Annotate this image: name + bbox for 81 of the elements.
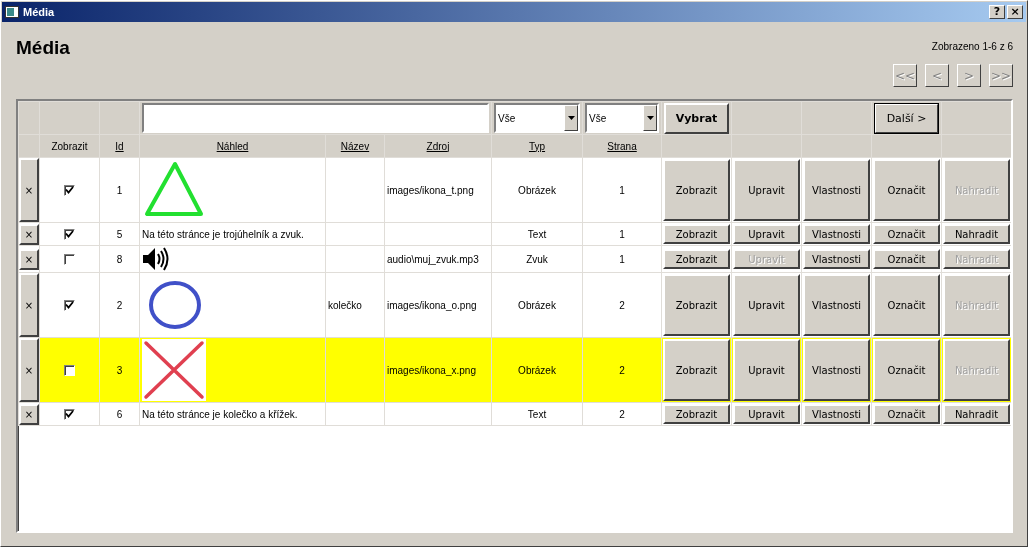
checkbox[interactable] [64,299,75,311]
row-action-button[interactable]: Označit [873,404,940,424]
delete-button[interactable]: × [19,158,39,222]
row-action-button[interactable]: Vlastnosti [803,249,870,269]
row-action-button[interactable]: Vlastnosti [803,159,870,221]
row-action-button[interactable]: Upravit [733,404,800,424]
table-cell: Zvuk [526,253,548,265]
table-cell: Na této stránce je trojúhelník a zvuk. [142,228,304,240]
row-action-button[interactable]: Zobrazit [663,249,730,269]
row-action-button[interactable]: Vlastnosti [803,404,870,424]
table-cell: audio\muj_zvuk.mp3 [387,253,479,265]
table-cell: 2 [619,299,625,311]
row-action-button[interactable]: Nahradit [943,404,1010,424]
column-header-link[interactable]: Zdroj [426,140,450,152]
close-button[interactable]: × [1007,5,1023,19]
row-action-button[interactable]: Vlastnosti [803,339,870,401]
row-action-button[interactable]: Vlastnosti [803,274,870,336]
row-action-button[interactable]: Označit [873,224,940,244]
column-header-link[interactable]: Strana [607,140,637,152]
table-cell: 1 [619,228,625,240]
row-action-button[interactable]: Vlastnosti [803,224,870,244]
table-cell: images/ikona_x.png [387,364,476,376]
row-action-button[interactable]: Označit [873,274,940,336]
row-action-button[interactable]: Označit [873,249,940,269]
column-header-link[interactable]: Id [115,140,124,152]
table-cell: 1 [116,184,123,196]
row-action-button[interactable]: Upravit [733,339,800,401]
column-header-link[interactable]: Náhled [216,140,249,152]
table-cell: 5 [116,228,123,240]
delete-button[interactable]: × [19,338,39,402]
help-button[interactable]: ? [989,5,1005,19]
record-count: Zobrazeno 1-6 z 6 [931,41,1013,52]
checkbox[interactable] [64,408,75,420]
row-action-button[interactable]: Zobrazit [663,404,730,424]
window-icon [5,6,19,18]
window-title: Média [23,6,55,18]
table-cell: 2 [619,364,625,376]
search-field[interactable] [142,103,489,133]
table-cell: 1 [619,253,625,265]
delete-button[interactable]: × [19,248,39,270]
checkbox[interactable] [64,364,75,376]
row-action-button[interactable]: Označit [873,159,940,221]
select-button[interactable]: Vybrat [664,102,729,134]
table-cell: Text [527,228,547,240]
table-cell: Na této stránce je kolečko a křížek. [142,408,298,420]
row-action-button[interactable]: Označit [873,339,940,401]
row-action-button[interactable]: Upravit [733,159,800,221]
table-cell: 1 [619,184,625,196]
table-cell: 3 [116,364,123,376]
delete-button[interactable]: × [19,223,39,245]
table-cell: Obrázek [518,364,556,376]
table-cell: 8 [116,253,123,265]
row-action-button[interactable]: Zobrazit [663,339,730,401]
table-cell: images/ikona_o.png [387,299,477,311]
dropdown-icon [646,116,654,120]
page-heading: Média [16,37,70,60]
row-action-button[interactable]: Zobrazit [663,224,730,244]
checkbox[interactable] [64,228,75,240]
table-cell: 6 [116,408,123,420]
table-cell: Obrázek [518,299,556,311]
delete-button[interactable]: × [19,273,39,337]
row-action-button[interactable]: Zobrazit [663,159,730,221]
type-select[interactable]: Vše [494,103,580,133]
column-header: Zobrazit [51,140,88,152]
page-select[interactable]: Vše [585,103,659,133]
table-cell: kolečko [328,299,362,311]
table-cell: images/ikona_t.png [387,184,474,196]
row-action-button[interactable]: Nahradit [943,224,1010,244]
row-action-button[interactable]: Zobrazit [663,274,730,336]
row-action-button[interactable]: Upravit [733,274,800,336]
column-header-link[interactable]: Typ [528,140,546,152]
checkbox[interactable] [64,184,75,196]
table-cell: 2 [116,299,123,311]
next-button[interactable]: Další > [874,102,939,134]
speaker-icon [142,246,170,272]
delete-button[interactable]: × [19,403,39,425]
row-action-button[interactable]: Upravit [733,224,800,244]
table-cell: 2 [619,408,625,420]
dropdown-icon [567,116,575,120]
table-cell: Text [527,408,547,420]
table-cell: Obrázek [518,184,556,196]
